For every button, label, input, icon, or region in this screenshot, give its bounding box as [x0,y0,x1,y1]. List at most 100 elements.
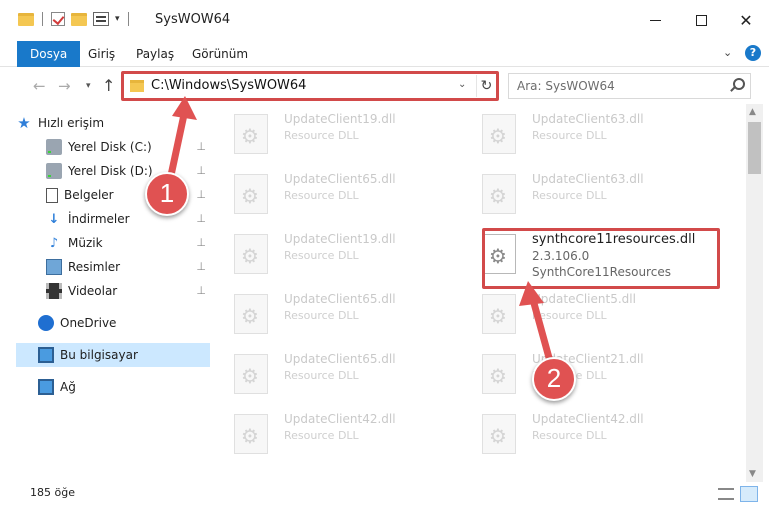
up-arrow-icon[interactable]: ↑ [102,76,115,95]
help-icon[interactable]: ? [745,45,761,61]
minimize-icon [649,19,661,21]
file-item[interactable]: UpdateClient21.dll Resource DLL [460,344,705,400]
back-arrow-icon[interactable]: ← [33,77,46,95]
window-title: SysWOW64 [155,12,231,27]
file-name: UpdateClient42.dll [532,412,644,426]
step-marker-2: 2 [532,357,576,401]
recent-locations-icon[interactable]: ▾ [86,81,91,91]
dll-file-icon [482,294,516,334]
vertical-scrollbar[interactable]: ▲ ▼ [746,104,763,482]
file-type: Resource DLL [532,309,607,322]
tab-home[interactable]: Giriş [80,41,123,67]
large-icons-view-icon[interactable] [740,486,758,502]
file-type: Resource DLL [532,189,607,202]
file-list: UpdateClient19.dll Resource DLL UpdateCl… [212,104,746,482]
nav-item-label: Yerel Disk (D:) [68,164,153,178]
file-item[interactable]: UpdateClient65.dll Resource DLL [212,284,457,340]
customize-toolbar-icon[interactable]: ▾ [115,14,120,24]
nav-item-onedrive[interactable]: OneDrive [38,311,210,335]
checkbox-properties-icon[interactable] [51,12,65,26]
toolbar-separator [127,12,129,26]
new-folder-icon[interactable] [71,12,87,26]
nav-item-network[interactable]: Ağ [38,375,210,399]
nav-item-downloads[interactable]: ↓ İndirmeler ⊥ [46,207,210,231]
nav-item-label: Ağ [60,380,76,394]
tab-file[interactable]: Dosya [17,41,81,67]
item-count: 185 öğe [30,486,75,499]
expand-ribbon-icon[interactable]: ⌄ [723,46,732,59]
search-box[interactable] [508,73,751,99]
file-item[interactable]: UpdateClient65.dll Resource DLL [212,164,457,220]
pin-icon[interactable]: ⊥ [196,236,206,249]
file-item[interactable]: UpdateClient42.dll Resource DLL [460,404,705,460]
music-icon: ♪ [49,235,59,251]
maximize-button[interactable] [678,0,724,40]
dll-file-icon [234,354,268,394]
dll-file-icon [482,114,516,154]
pin-icon[interactable]: ⊥ [196,284,206,297]
pin-icon[interactable]: ⊥ [196,188,206,201]
pin-icon[interactable]: ⊥ [196,164,206,177]
tab-share[interactable]: Paylaş [128,41,182,67]
file-item[interactable]: UpdateClient63.dll Resource DLL [460,164,705,220]
step-marker-1: 1 [145,172,189,216]
pin-icon[interactable]: ⊥ [196,140,206,153]
star-icon: ★ [17,114,31,132]
pin-icon[interactable]: ⊥ [196,212,206,225]
file-name: UpdateClient19.dll [284,112,396,126]
search-input[interactable] [517,77,722,95]
dll-file-icon [234,114,268,154]
documents-icon [46,187,58,203]
tab-view[interactable]: Görünüm [184,41,256,67]
nav-item-this-pc[interactable]: Bu bilgisayar [16,343,210,367]
file-name: UpdateClient63.dll [532,172,644,186]
nav-item-label: Resimler [68,260,121,274]
nav-item-videos[interactable]: Videolar ⊥ [46,279,210,303]
nav-item-label: Videolar [68,284,118,298]
file-item[interactable]: UpdateClient63.dll Resource DLL [460,104,705,160]
minimize-button[interactable] [632,0,678,40]
scroll-thumb[interactable] [748,122,761,174]
file-item[interactable]: UpdateClient5.dll Resource DLL [460,284,705,340]
dll-file-icon [234,294,268,334]
pin-icon[interactable]: ⊥ [196,260,206,273]
close-icon: ✕ [739,10,753,30]
nav-quick-access[interactable]: ★ Hızlı erişim [16,111,210,135]
explorer-window: ▾ SysWOW64 ✕ Dosya Giriş Paylaş Görünüm … [0,0,769,513]
nav-item-local-disk-c[interactable]: Yerel Disk (C:) ⊥ [46,135,210,159]
file-type: Resource DLL [532,129,607,142]
properties-icon[interactable] [93,12,109,26]
navigation-pane: ★ Hızlı erişim Yerel Disk (C:) ⊥ Yerel D… [0,104,212,482]
file-name: UpdateClient65.dll [284,292,396,306]
file-highlight-box [482,228,720,289]
dll-file-icon [234,174,268,214]
file-name: UpdateClient65.dll [284,352,396,366]
nav-item-local-disk-d[interactable]: Yerel Disk (D:) ⊥ [46,159,210,183]
scroll-up-icon[interactable]: ▲ [749,107,756,117]
network-icon [38,379,54,395]
file-item[interactable]: UpdateClient65.dll Resource DLL [212,344,457,400]
address-highlight-box [121,71,499,101]
nav-item-label: Belgeler [64,188,114,202]
search-icon[interactable] [733,78,745,90]
nav-item-music[interactable]: ♪ Müzik ⊥ [46,231,210,255]
forward-arrow-icon[interactable]: → [58,77,71,95]
dll-file-icon [482,174,516,214]
maximize-icon [695,14,707,26]
folder-icon [18,12,34,26]
close-button[interactable]: ✕ [723,0,769,40]
toolbar-separator [42,12,43,26]
nav-item-pictures[interactable]: Resimler ⊥ [46,255,210,279]
dll-file-icon [234,414,268,454]
details-view-icon[interactable] [718,488,734,500]
scroll-down-icon[interactable]: ▼ [749,469,756,479]
title-bar: ▾ SysWOW64 ✕ [0,0,769,40]
nav-item-label: İndirmeler [68,212,130,226]
file-item[interactable]: UpdateClient42.dll Resource DLL [212,404,457,460]
file-type: Resource DLL [284,249,359,262]
file-item[interactable]: UpdateClient19.dll Resource DLL [212,104,457,160]
file-type: Resource DLL [284,429,359,442]
downloads-icon: ↓ [48,211,60,227]
file-item[interactable]: UpdateClient19.dll Resource DLL [212,224,457,280]
file-name: UpdateClient42.dll [284,412,396,426]
